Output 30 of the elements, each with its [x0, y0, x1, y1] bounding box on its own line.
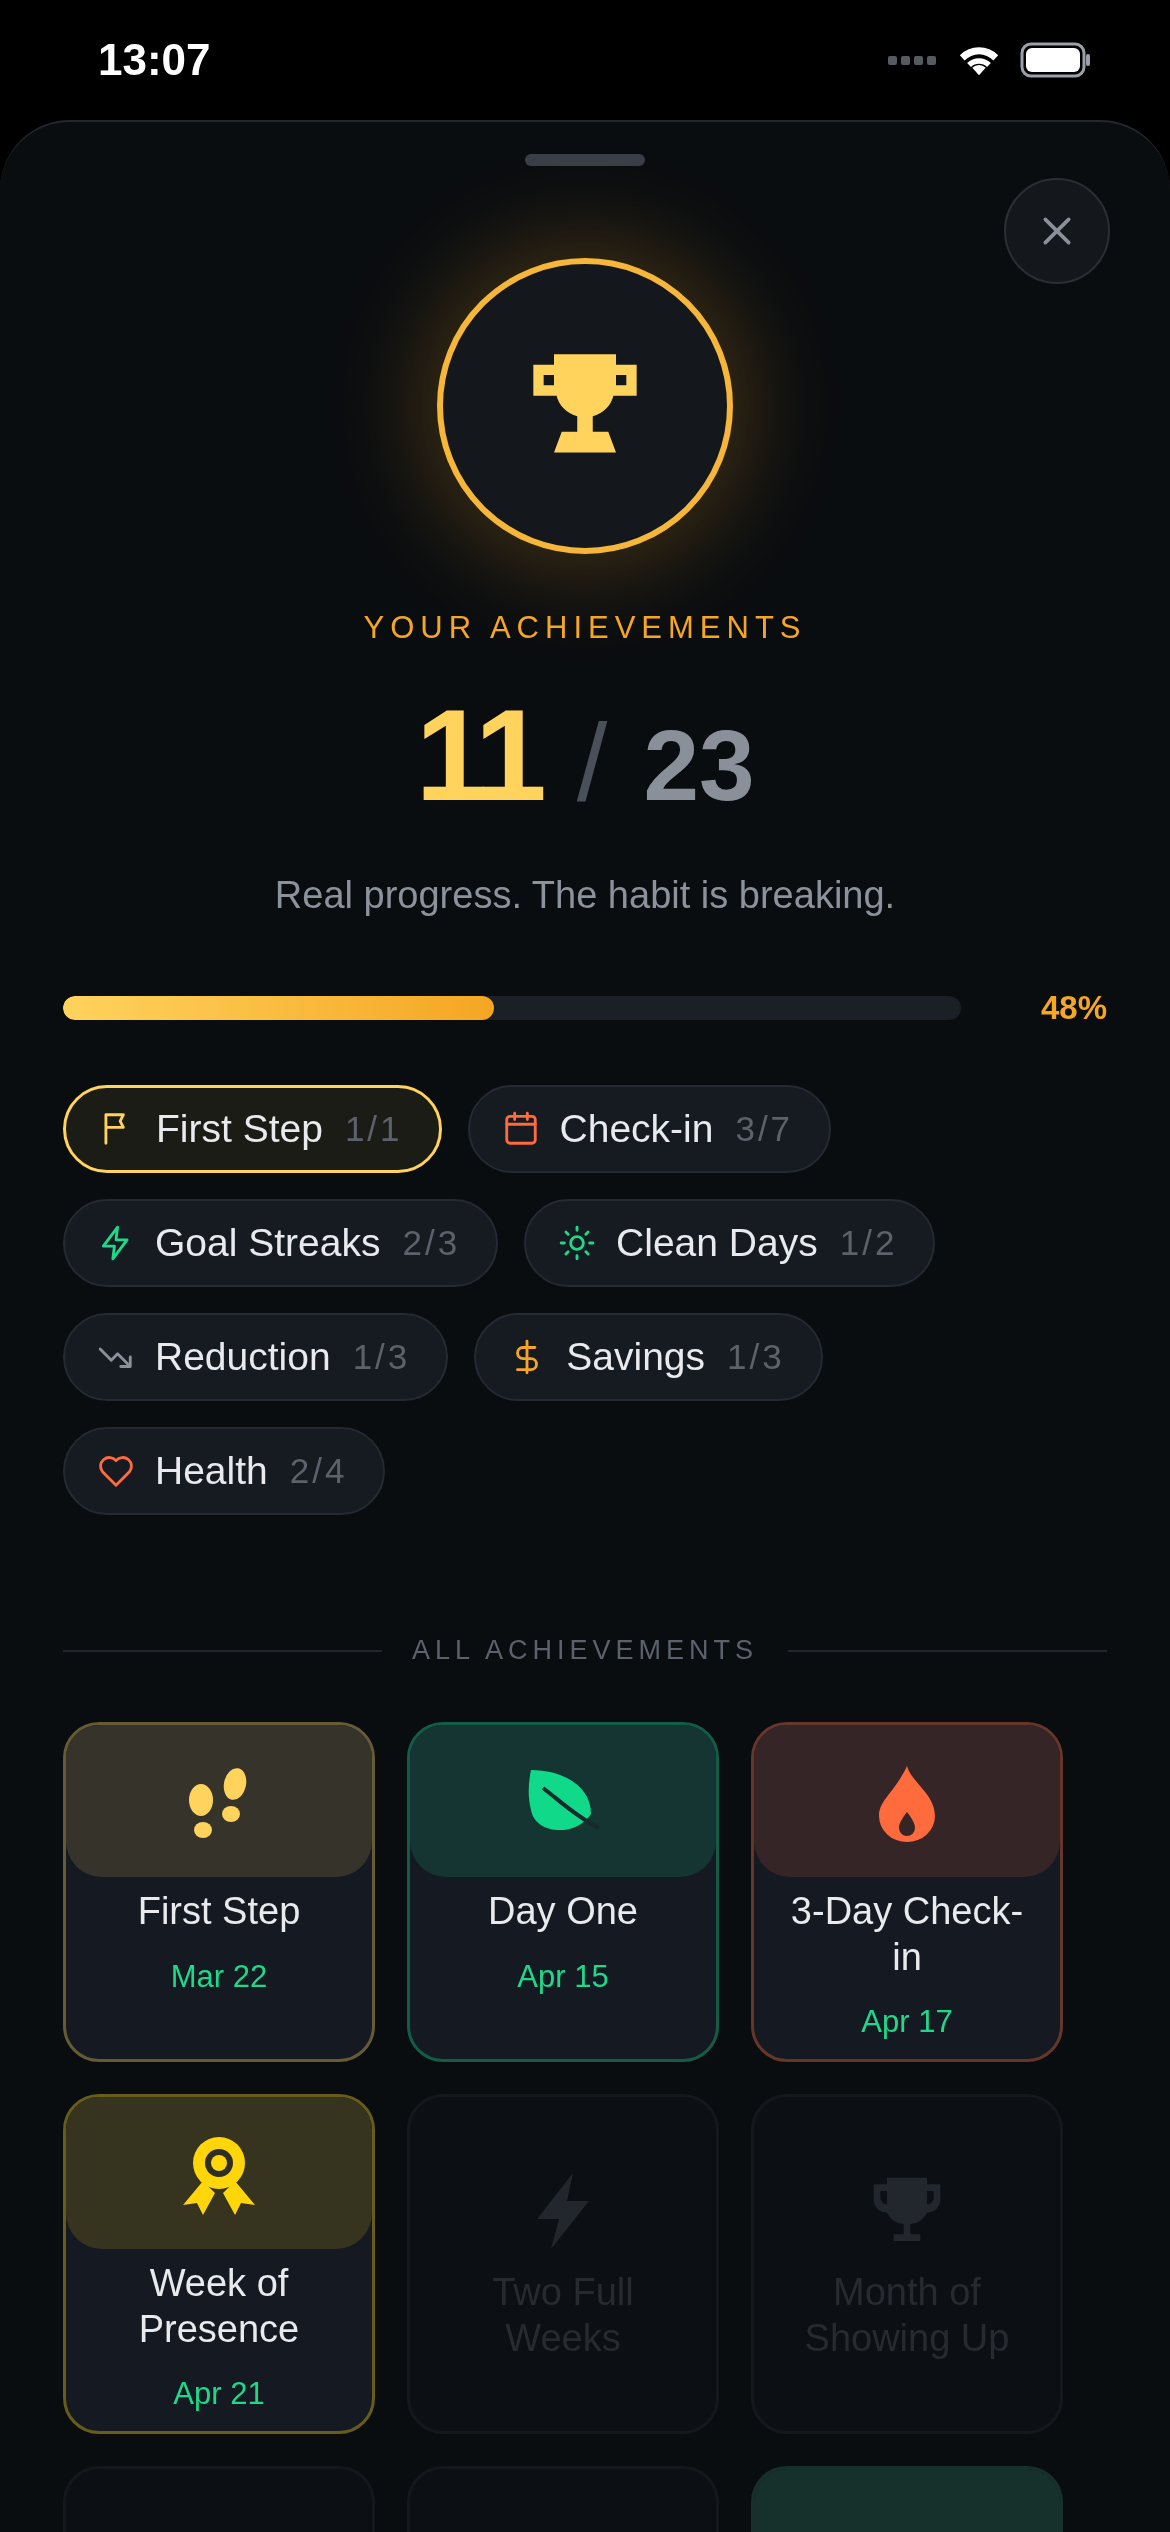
drag-handle[interactable]: [525, 154, 645, 166]
status-time: 13:07: [98, 35, 211, 85]
achievement-card[interactable]: Week of Presence Apr 21: [63, 2094, 375, 2434]
achievement-date: Apr 15: [517, 1958, 609, 1995]
battery-icon: [1020, 42, 1092, 78]
achievement-title: Week of Presence: [137, 2261, 301, 2352]
achievement-title: First Step: [136, 1889, 302, 1934]
signal-icon: [888, 54, 938, 66]
achievement-title: Day One: [487, 1889, 639, 1934]
achievement-card[interactable]: 3-Day Check-in Apr 17: [751, 1722, 1063, 2062]
achievement-card[interactable]: First Step Mar 22: [63, 1722, 375, 2062]
earned-count: 11: [415, 690, 541, 820]
achievement-date: Apr 17: [861, 2004, 953, 2041]
category-chip[interactable]: Reduction 1/3: [63, 1313, 449, 1401]
category-chip[interactable]: Goal Streaks 2/3: [63, 1199, 499, 1287]
category-chip[interactable]: Savings 1/3: [474, 1313, 823, 1401]
total-count: 23: [643, 715, 755, 815]
achievement-date: Mar 22: [170, 1958, 268, 1995]
achievements-title: YOUR ACHIEVEMENTS: [363, 610, 807, 646]
progress-message: Real progress. The habit is breaking.: [274, 874, 896, 917]
achievement-card[interactable]: Day One Apr 15: [407, 1722, 719, 2062]
achievement-date: Apr 21: [173, 2376, 265, 2413]
category-chip[interactable]: Clean Days 1/2: [524, 1199, 936, 1287]
achievement-title: 3-Day Check-in: [789, 1889, 1025, 1980]
category-chip[interactable]: First Step 1/1: [63, 1085, 442, 1173]
category-chip[interactable]: Check-in 3/7: [467, 1085, 832, 1173]
progress-percent: 48%: [1040, 989, 1107, 1027]
category-chip[interactable]: Health 2/4: [63, 1427, 386, 1515]
section-title: ALL ACHIEVEMENTS: [411, 1635, 759, 1666]
score-separator: /: [575, 699, 609, 825]
